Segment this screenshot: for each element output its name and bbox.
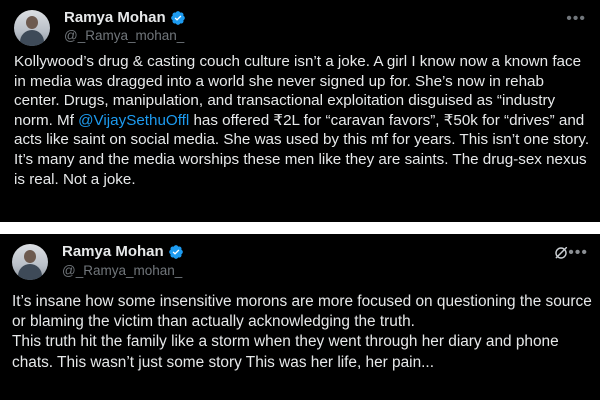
tweet-paragraph: This truth hit the family like a storm w… bbox=[12, 333, 559, 371]
tweet-card[interactable]: Ramya Mohan @_Ramya_mohan_ ••• It’s insa… bbox=[0, 234, 600, 400]
tweet-text: Kollywood’s drug & casting couch culture… bbox=[14, 52, 592, 189]
avatar[interactable] bbox=[14, 10, 50, 46]
avatar-head bbox=[24, 250, 36, 263]
avatar[interactable] bbox=[12, 244, 48, 280]
tweet-text: It’s insane how some insensitive morons … bbox=[12, 292, 596, 373]
more-horizontal-icon[interactable]: ••• bbox=[566, 11, 586, 27]
avatar-shoulders bbox=[18, 264, 42, 280]
avatar-head bbox=[26, 16, 38, 29]
verified-badge-icon bbox=[170, 10, 185, 25]
author-row: Ramya Mohan bbox=[64, 9, 186, 26]
screenshot-page: Ramya Mohan @_Ramya_mohan_ ••• Kollywood… bbox=[0, 0, 600, 400]
author-handle[interactable]: @_Ramya_mohan_ bbox=[64, 28, 184, 43]
more-horizontal-icon[interactable]: ••• bbox=[568, 245, 588, 261]
mention-link[interactable]: @VijaySethuOffl bbox=[78, 112, 189, 129]
author-name[interactable]: Ramya Mohan bbox=[62, 243, 164, 260]
tweet-card[interactable]: Ramya Mohan @_Ramya_mohan_ ••• Kollywood… bbox=[0, 0, 600, 222]
author-row: Ramya Mohan bbox=[62, 243, 184, 260]
author-handle[interactable]: @_Ramya_mohan_ bbox=[62, 263, 182, 278]
grok-icon[interactable] bbox=[553, 245, 569, 261]
avatar-shoulders bbox=[20, 30, 44, 46]
verified-badge-icon bbox=[168, 244, 183, 259]
author-name[interactable]: Ramya Mohan bbox=[64, 9, 166, 26]
tweet-paragraph: It’s insane how some insensitive morons … bbox=[12, 293, 592, 331]
